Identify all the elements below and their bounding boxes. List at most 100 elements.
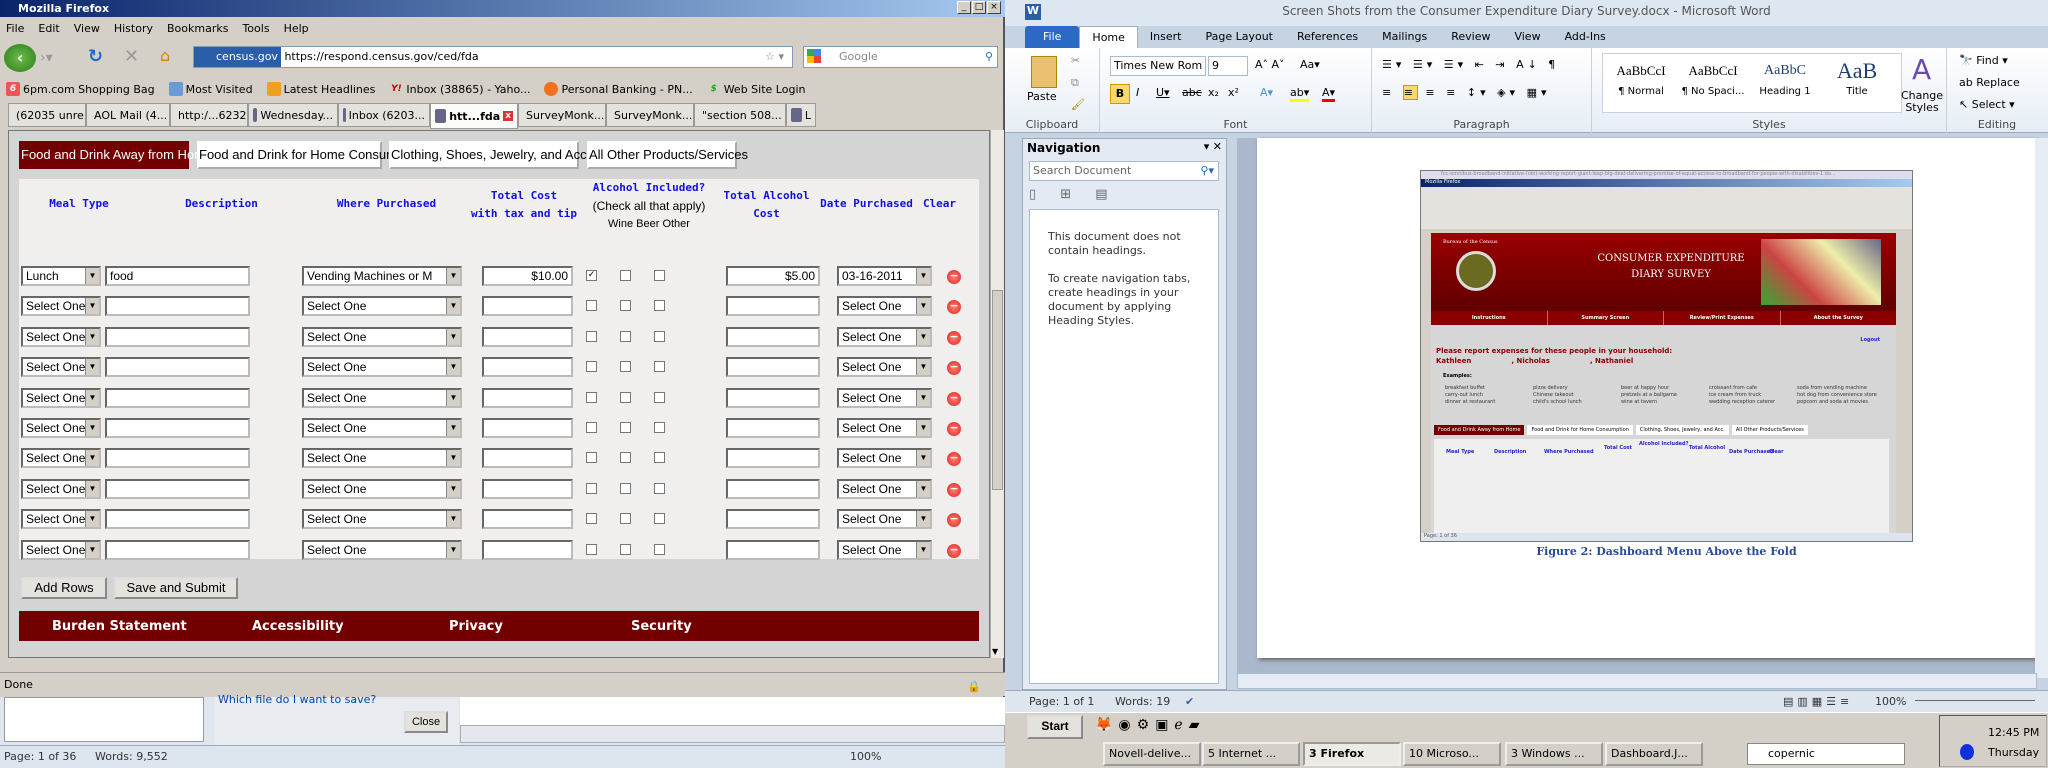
- browser-tab[interactable]: htt...fda x: [430, 103, 518, 129]
- zoom-level[interactable]: 100%: [850, 746, 881, 768]
- description-input[interactable]: [105, 478, 250, 499]
- task-button[interactable]: 10 Microso...: [1403, 742, 1501, 766]
- tab-food-home[interactable]: Food and Drink for Home Consumption: [197, 141, 425, 169]
- change-case-icon[interactable]: Aa▾: [1300, 58, 1320, 71]
- browser-tab[interactable]: "section 508...: [694, 103, 786, 127]
- where-purchased-select[interactable]: Select One ▼: [302, 357, 462, 378]
- description-input[interactable]: [105, 539, 250, 560]
- beer-checkbox[interactable]: [620, 330, 631, 342]
- page-count[interactable]: Page: 1 of 36: [4, 746, 76, 768]
- start-button[interactable]: Start: [1027, 715, 1083, 739]
- other-checkbox[interactable]: [654, 361, 665, 373]
- copernic-search[interactable]: copernic: [1747, 743, 1905, 765]
- where-purchased-select[interactable]: Select One ▼: [302, 296, 462, 317]
- clear-row-icon[interactable]: −: [947, 270, 961, 284]
- italic-button[interactable]: I: [1136, 86, 1139, 99]
- bookmark-6pm[interactable]: 6 6pm.com Shopping Bag: [6, 82, 155, 96]
- footer-burden-statement[interactable]: Burden Statement: [52, 619, 187, 634]
- alcohol-cost-input[interactable]: [726, 296, 820, 317]
- total-cost-input[interactable]: [482, 478, 573, 499]
- list-icons[interactable]: ☰▾ ☰▾ ☰▾ ⇤ ⇥ A↓ ¶: [1382, 58, 1559, 71]
- forward-button[interactable]: ›▾: [40, 50, 53, 66]
- meal-type-select[interactable]: Select One ▼: [21, 387, 101, 408]
- beer-checkbox[interactable]: [620, 270, 631, 281]
- total-cost-input[interactable]: [482, 539, 573, 560]
- back-button[interactable]: ‹: [4, 44, 36, 72]
- beer-checkbox[interactable]: [620, 361, 631, 373]
- nav-close-icon[interactable]: ▾ ✕: [1204, 140, 1222, 153]
- reload-icon[interactable]: ↻: [88, 46, 103, 67]
- meal-type-select[interactable]: Lunch ▼: [21, 266, 101, 286]
- meal-type-select[interactable]: Select One ▼: [21, 418, 101, 438]
- browser-tab[interactable]: L: [786, 103, 816, 127]
- tab-close-icon[interactable]: x: [503, 111, 513, 121]
- url-bar[interactable]: census.gov https://respond.census.gov/ce…: [193, 46, 793, 68]
- clear-row-icon[interactable]: −: [947, 330, 961, 345]
- bookmark-latest-headlines[interactable]: Latest Headlines: [266, 82, 375, 96]
- other-checkbox[interactable]: [654, 270, 665, 281]
- other-checkbox[interactable]: [654, 422, 665, 433]
- meal-type-select[interactable]: Select One ▼: [21, 326, 101, 347]
- ribbon-tab-page-layout[interactable]: Page Layout: [1193, 26, 1285, 48]
- menu-edit[interactable]: Edit: [38, 22, 59, 35]
- browser-tab[interactable]: SurveyMonk...: [518, 103, 606, 127]
- total-cost-input[interactable]: [482, 418, 573, 438]
- minimize-button[interactable]: _: [957, 1, 971, 14]
- meal-type-select[interactable]: Select One ▼: [21, 296, 101, 317]
- description-input[interactable]: [105, 326, 250, 347]
- page-count[interactable]: Page: 1 of 1: [1029, 691, 1094, 713]
- where-purchased-select[interactable]: Select One ▼: [302, 478, 462, 499]
- meal-type-select[interactable]: Select One ▼: [21, 539, 101, 560]
- magnifier-icon[interactable]: ⚲: [985, 47, 993, 67]
- wine-checkbox[interactable]: [586, 452, 597, 464]
- add-rows-button[interactable]: Add Rows: [21, 577, 107, 599]
- scroll-down-arrow[interactable]: ▼: [992, 647, 998, 656]
- date-purchased-select[interactable]: Select One ▼: [837, 478, 932, 499]
- site-identity[interactable]: census.gov: [194, 47, 281, 67]
- word-vertical-scrollbar[interactable]: [2035, 138, 2048, 678]
- menu-view[interactable]: View: [74, 22, 100, 35]
- ribbon-tab-home[interactable]: Home: [1079, 26, 1138, 48]
- other-checkbox[interactable]: [654, 513, 665, 525]
- style-1[interactable]: AaBbCcI ¶ No Spaci...: [1678, 56, 1748, 97]
- wine-checkbox[interactable]: [586, 330, 597, 342]
- close-window-button[interactable]: ×: [987, 1, 1001, 14]
- proofing-icon[interactable]: ✔: [1185, 691, 1194, 713]
- list-box[interactable]: [4, 697, 204, 742]
- font-size-select[interactable]: 9: [1208, 56, 1248, 76]
- date-purchased-select[interactable]: Select One ▼: [837, 448, 932, 469]
- ribbon-tab-view[interactable]: View: [1502, 26, 1552, 48]
- bookmark-most-visited[interactable]: Most Visited: [168, 82, 253, 96]
- menu-bookmarks[interactable]: Bookmarks: [167, 22, 228, 35]
- tray-icon[interactable]: [1960, 744, 1974, 760]
- total-cost-input[interactable]: [482, 326, 573, 347]
- browser-tab[interactable]: AOL Mail (4...: [86, 103, 170, 127]
- align-center-button[interactable]: ≡: [1402, 85, 1418, 100]
- other-checkbox[interactable]: [654, 452, 665, 464]
- close-button[interactable]: Close: [404, 711, 448, 733]
- find-button[interactable]: 🔭 Find ▾: [1959, 54, 2008, 67]
- browser-tab[interactable]: Inbox (6203...: [338, 103, 430, 127]
- beer-checkbox[interactable]: [620, 452, 631, 464]
- meal-type-select[interactable]: Select One ▼: [21, 357, 101, 378]
- beer-checkbox[interactable]: [620, 391, 631, 403]
- clear-row-icon[interactable]: −: [947, 543, 961, 558]
- maximize-button[interactable]: □: [972, 1, 986, 14]
- paste-icon[interactable]: [1031, 56, 1057, 88]
- tab-other-products[interactable]: All Other Products/Services: [587, 141, 748, 169]
- where-purchased-select[interactable]: Select One ▼: [302, 418, 462, 438]
- zoom-level[interactable]: 100%: [1875, 691, 1906, 713]
- style-3[interactable]: AaB Title: [1822, 56, 1892, 97]
- clear-row-icon[interactable]: −: [947, 391, 961, 406]
- ribbon-tab-references[interactable]: References: [1285, 26, 1370, 48]
- align-icons[interactable]: ≡ ≡ ≡ ≡ ↕▾ ◈▾ ▦▾: [1382, 85, 1551, 100]
- where-purchased-select[interactable]: Select One ▼: [302, 539, 462, 560]
- wine-checkbox[interactable]: [586, 513, 597, 525]
- word-count[interactable]: Words: 19: [1115, 691, 1170, 713]
- view-buttons[interactable]: ▤▥▦☰≡: [1783, 691, 1853, 713]
- beer-checkbox[interactable]: [620, 543, 631, 555]
- subscript-button[interactable]: x₂: [1208, 86, 1219, 99]
- font-name-select[interactable]: Times New Rom: [1110, 56, 1206, 76]
- browser-tab[interactable]: http:/...62322: [170, 103, 248, 127]
- select-button[interactable]: ↖ Select ▾: [1959, 98, 2015, 111]
